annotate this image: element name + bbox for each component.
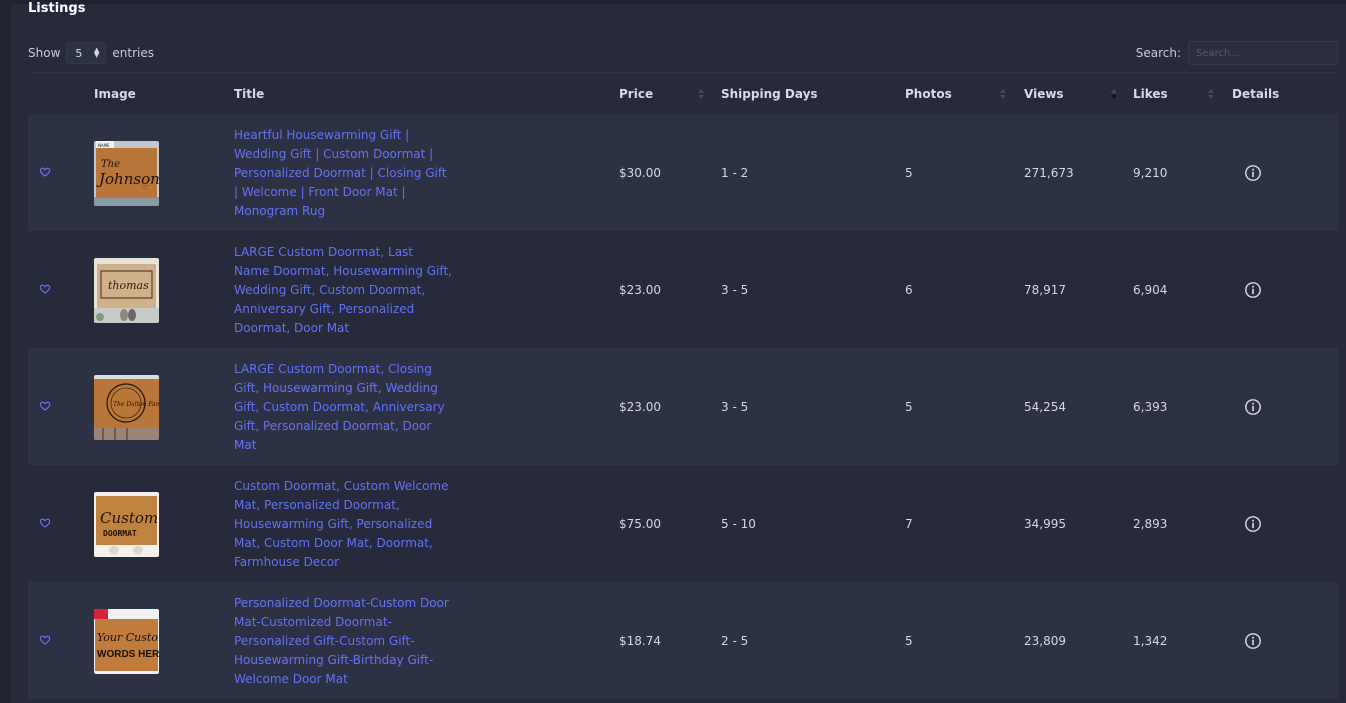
page-title: Listings: [28, 1, 86, 16]
table-header: Image Title Price Shipping Days Photos V…: [28, 74, 1338, 114]
listing-thumbnail[interactable]: Your Custom WORDS HERE: [94, 609, 159, 674]
price-cell: $23.00: [619, 283, 661, 297]
select-arrows-icon: ▲ ▼: [94, 46, 100, 59]
shipping-days-cell: 3 - 5: [721, 283, 749, 297]
photos-cell: 5: [905, 400, 913, 414]
views-cell: 34,995: [1024, 517, 1066, 531]
svg-text:NAME: NAME: [98, 143, 110, 148]
views-cell: 23,809: [1024, 634, 1066, 648]
search-control: Search:: [1136, 41, 1338, 65]
listing-thumbnail[interactable]: thomas: [94, 258, 159, 323]
table-row: thomas LARGE Custom Doormat, Last Name D…: [28, 231, 1338, 348]
listing-thumbnail[interactable]: Custom DOORMAT: [94, 492, 159, 557]
likes-cell: 6,904: [1133, 283, 1168, 297]
svg-text:thomas: thomas: [108, 279, 149, 292]
views-cell: 54,254: [1024, 400, 1066, 414]
entries-select[interactable]: 5 ▲ ▼: [66, 42, 107, 64]
likes-cell: 9,210: [1133, 166, 1168, 180]
svg-text:Johnsons: Johnsons: [96, 170, 159, 188]
shipping-days-cell: 1 - 2: [721, 166, 749, 180]
views-cell: 78,917: [1024, 283, 1066, 297]
info-icon[interactable]: [1244, 281, 1262, 299]
search-input[interactable]: [1188, 41, 1338, 65]
likes-cell: 1,342: [1133, 634, 1168, 648]
likes-cell: 2,893: [1133, 517, 1168, 531]
svg-text:The Dalton Family: The Dalton Family: [113, 401, 159, 408]
table-row: NAME The Johnsons ♡ Heartful Housewarmin…: [28, 114, 1338, 231]
listing-title-link[interactable]: Personalized Doormat-Custom Door Mat-Cus…: [234, 594, 452, 689]
svg-text:♡: ♡: [142, 184, 148, 192]
listing-title-link[interactable]: LARGE Custom Doormat, Last Name Doormat,…: [234, 243, 452, 338]
listings-panel: Listings Show 5 ▲▼ entries Search: Image…: [11, 0, 1346, 703]
views-cell: 271,673: [1024, 166, 1074, 180]
info-icon[interactable]: [1244, 515, 1262, 533]
show-label: Show: [28, 46, 61, 60]
svg-text:Custom: Custom: [100, 509, 158, 527]
column-header-views[interactable]: Views: [1024, 74, 1064, 114]
column-header-image: Image: [94, 87, 136, 101]
heart-icon[interactable]: [39, 517, 51, 529]
table-row: Your Custom WORDS HERE Personalized Door…: [28, 582, 1338, 699]
listing-thumbnail[interactable]: NAME The Johnsons ♡: [94, 141, 159, 206]
entries-control: Show 5 ▲ ▼ entries: [28, 42, 154, 64]
price-cell: $23.00: [619, 400, 661, 414]
photos-cell: 5: [905, 634, 913, 648]
shipping-days-cell: 5 - 10: [721, 517, 756, 531]
listing-title-link[interactable]: Custom Doormat, Custom Welcome Mat, Pers…: [234, 477, 452, 572]
listing-title-link[interactable]: LARGE Custom Doormat, Closing Gift, Hous…: [234, 360, 452, 455]
column-header-price[interactable]: Price: [619, 74, 653, 114]
column-header-shipping-days: Shipping Days: [721, 87, 818, 101]
table-row: Custom DOORMAT Custom Doormat, Custom We…: [28, 465, 1338, 582]
header-divider: [28, 72, 1338, 73]
table-row: The Dalton Family LARGE Custom Doormat, …: [28, 348, 1338, 465]
svg-text:Your Custom: Your Custom: [97, 631, 159, 644]
sort-likes-icon[interactable]: [1207, 89, 1214, 102]
listing-thumbnail[interactable]: The Dalton Family: [94, 375, 159, 440]
column-header-photos[interactable]: Photos: [905, 74, 952, 114]
svg-text:The: The: [101, 159, 120, 170]
photos-cell: 6: [905, 283, 913, 297]
column-header-title: Title: [234, 87, 265, 101]
table-body: NAME The Johnsons ♡ Heartful Housewarmin…: [28, 114, 1338, 699]
svg-text:WORDS HERE: WORDS HERE: [97, 649, 159, 660]
column-header-details: Details: [1232, 87, 1280, 101]
heart-icon[interactable]: [39, 634, 51, 646]
photos-cell: 5: [905, 166, 913, 180]
info-icon[interactable]: [1244, 632, 1262, 650]
info-icon[interactable]: [1244, 398, 1262, 416]
price-cell: $75.00: [619, 517, 661, 531]
price-cell: $18.74: [619, 634, 661, 648]
heart-icon[interactable]: [39, 400, 51, 412]
column-header-likes[interactable]: Likes: [1133, 74, 1168, 114]
info-icon[interactable]: [1244, 164, 1262, 182]
entries-select-value: 5: [75, 46, 83, 60]
sort-views-icon[interactable]: [1110, 89, 1117, 102]
likes-cell: 6,393: [1133, 400, 1168, 414]
price-cell: $30.00: [619, 166, 661, 180]
heart-icon[interactable]: [39, 166, 51, 178]
entries-label: entries: [112, 46, 154, 60]
shipping-days-cell: 2 - 5: [721, 634, 749, 648]
panel-top-border: [11, 0, 1346, 4]
listing-title-link[interactable]: Heartful Housewarming Gift | Wedding Gif…: [234, 126, 452, 221]
heart-icon[interactable]: [39, 283, 51, 295]
shipping-days-cell: 3 - 5: [721, 400, 749, 414]
sort-photos-icon[interactable]: [999, 89, 1006, 102]
photos-cell: 7: [905, 517, 913, 531]
sort-price-icon[interactable]: [697, 89, 704, 102]
svg-text:DOORMAT: DOORMAT: [103, 529, 137, 538]
search-label: Search:: [1135, 46, 1181, 60]
